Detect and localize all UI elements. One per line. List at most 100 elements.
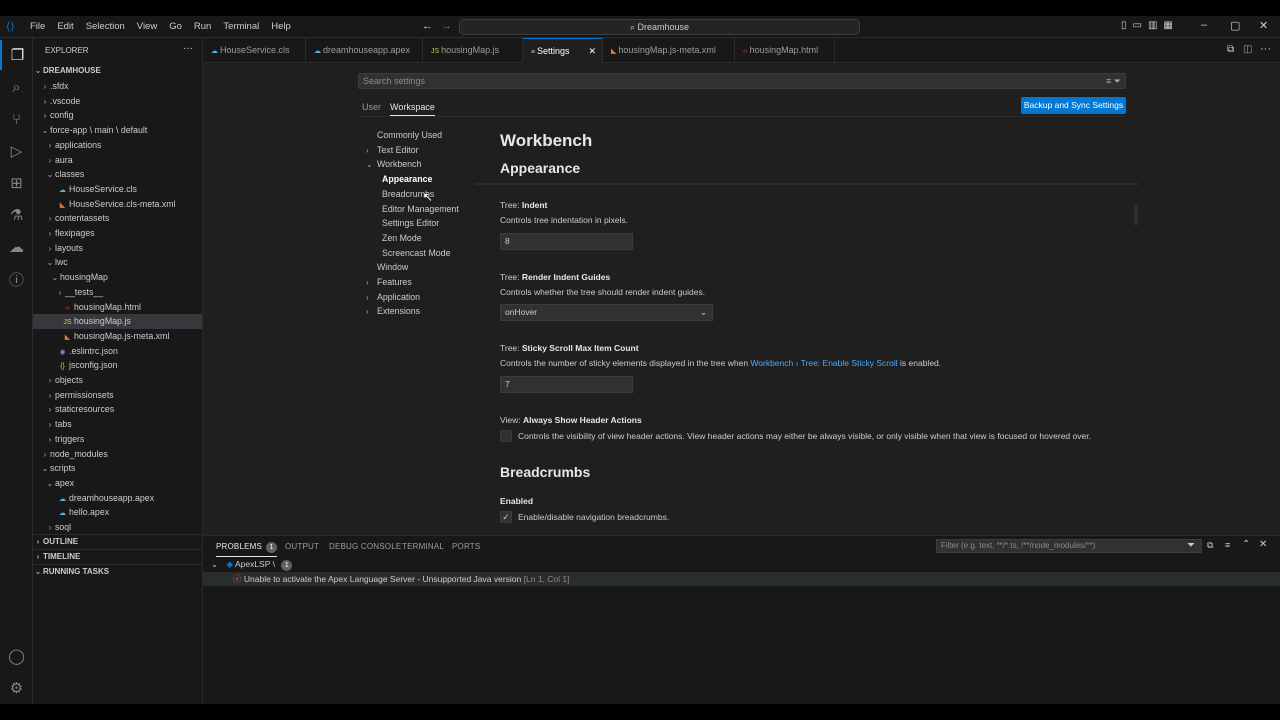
run-debug-icon[interactable]: ▷	[0, 136, 33, 166]
tree-file[interactable]: ◣ housingMap.js-meta.xml	[33, 329, 202, 344]
maximize-panel-icon[interactable]: ⌃	[1242, 539, 1250, 550]
tree-file[interactable]: ☁ HouseService.cls	[33, 182, 202, 197]
tree-folder[interactable]: › __tests__	[33, 285, 202, 300]
tree-folder[interactable]: ⌄ force-app \ main \ default	[33, 123, 202, 138]
header-actions-checkbox[interactable]	[500, 430, 512, 442]
tree-folder[interactable]: ⌄ apex	[33, 476, 202, 491]
editor-tab[interactable]: ☁ dreamhouseapp.apex	[306, 38, 423, 63]
tab-workspace-settings[interactable]: Workspace	[390, 101, 435, 116]
timeline-section[interactable]: › TIMELINE	[33, 549, 202, 563]
close-tab-icon[interactable]: ✕	[588, 39, 596, 64]
toc-item[interactable]: › Text Editor	[366, 144, 419, 157]
menu-run[interactable]: Run	[188, 16, 217, 38]
close-window-icon[interactable]: ✕	[1259, 19, 1268, 32]
tree-folder[interactable]: › tabs	[33, 417, 202, 432]
tree-folder[interactable]: › flexipages	[33, 226, 202, 241]
tree-file[interactable]: ☁ hello.apex	[33, 505, 202, 520]
open-json-icon[interactable]: ⧉	[1227, 44, 1234, 55]
menu-selection[interactable]: Selection	[80, 16, 131, 38]
toc-item[interactable]: Commonly Used	[366, 129, 442, 141]
close-panel-icon[interactable]: ✕	[1259, 539, 1267, 550]
filter-icon[interactable]: ≡ ⏷	[1106, 74, 1121, 88]
search-view-icon[interactable]: ⌕	[0, 72, 33, 102]
collapse-all-icon[interactable]: ⧉	[1207, 540, 1213, 551]
source-control-icon[interactable]: ⑂	[0, 104, 33, 134]
tree-file[interactable]: ☁ dreamhouseapp.apex	[33, 491, 202, 506]
tree-folder[interactable]: › .vscode	[33, 94, 202, 109]
tree-file[interactable]: ‹› housingMap.html	[33, 300, 202, 315]
breadcrumbs-enabled-checkbox[interactable]: ✓	[500, 511, 512, 523]
tree-file[interactable]: {} jsconfig.json	[33, 358, 202, 373]
tree-folder[interactable]: ⌄ lwc	[33, 255, 202, 270]
tree-file[interactable]: ◣ HouseService.cls-meta.xml	[33, 197, 202, 212]
toc-item[interactable]: ⌄ Workbench	[366, 158, 421, 171]
extensions-icon[interactable]: ⊞	[0, 168, 33, 198]
split-editor-icon[interactable]: ◫	[1243, 44, 1252, 55]
tree-folder[interactable]: ⌄ scripts	[33, 461, 202, 476]
tree-folder[interactable]: ⌄ housingMap	[33, 270, 202, 285]
toc-item[interactable]: Appearance	[382, 173, 432, 185]
tree-folder[interactable]: › applications	[33, 138, 202, 153]
tab-debug-console[interactable]: DEBUG CONSOLE	[329, 542, 401, 552]
filter-icon[interactable]: ⏷	[1187, 540, 1195, 551]
toc-item[interactable]: › Extensions	[366, 305, 420, 318]
menu-file[interactable]: File	[24, 16, 51, 38]
toc-item[interactable]: › Application	[366, 291, 420, 304]
tree-folder[interactable]: › contentassets	[33, 211, 202, 226]
toc-item[interactable]: Settings Editor	[382, 217, 439, 229]
layout-controls[interactable]: ▯▭▥▦	[1121, 20, 1179, 31]
back-arrow-icon[interactable]: ←	[422, 20, 433, 32]
tab-output[interactable]: OUTPUT	[285, 542, 319, 552]
toc-item[interactable]: Zen Mode	[382, 232, 422, 244]
tab-user-settings[interactable]: User	[362, 101, 381, 113]
tree-folder[interactable]: › objects	[33, 373, 202, 388]
manage-gear-icon[interactable]: ⚙	[0, 673, 33, 703]
view-as-tree-icon[interactable]: ≡	[1225, 540, 1230, 550]
tab-problems[interactable]: PROBLEMS 1	[216, 542, 278, 557]
tree-file[interactable]: JS housingMap.js	[33, 314, 202, 329]
problems-filter-input[interactable]: Filter (e.g. text, **/*.ts, !**/node_mod…	[936, 539, 1202, 553]
settings-scrollbar[interactable]	[1134, 205, 1138, 225]
tree-folder[interactable]: › layouts	[33, 241, 202, 256]
tab-ports[interactable]: PORTS	[452, 542, 480, 552]
salesforce-cloud-icon[interactable]: ☁	[0, 232, 33, 262]
tree-folder[interactable]: › permissionsets	[33, 388, 202, 403]
outline-section[interactable]: › OUTLINE	[33, 534, 202, 548]
minimize-icon[interactable]: –	[1201, 19, 1207, 31]
menu-terminal[interactable]: Terminal	[217, 16, 265, 38]
explorer-icon[interactable]: ❐	[0, 40, 33, 70]
more-editor-actions-icon[interactable]: ···	[1260, 43, 1271, 55]
tree-folder[interactable]: › staticresources	[33, 402, 202, 417]
more-actions-icon[interactable]: ···	[183, 43, 193, 54]
indent-guides-select[interactable]: onHover ⌄	[500, 304, 713, 321]
editor-tab[interactable]: JS housingMap.js	[423, 38, 523, 63]
toc-item[interactable]: › Features	[366, 276, 412, 289]
info-icon[interactable]: ⓘ	[0, 264, 33, 294]
menu-go[interactable]: Go	[163, 16, 188, 38]
tree-folder[interactable]: › triggers	[33, 432, 202, 447]
settings-search-input[interactable]: Search settings ≡ ⏷	[358, 73, 1126, 89]
menu-edit[interactable]: Edit	[51, 16, 79, 38]
tree-folder[interactable]: ⌄ classes	[33, 167, 202, 182]
toc-item[interactable]: Editor Management	[382, 203, 459, 215]
command-center[interactable]: ⌕ Dreamhouse	[459, 19, 860, 35]
sticky-scroll-input[interactable]: 7	[500, 376, 633, 393]
toc-item[interactable]: Window	[366, 261, 408, 273]
editor-tab[interactable]: ◣ housingMap.js-meta.xml	[603, 38, 735, 63]
tree-indent-input[interactable]: 8	[500, 233, 633, 250]
tree-folder[interactable]: › node_modules	[33, 447, 202, 462]
account-icon[interactable]: ◯	[0, 641, 33, 671]
explorer-root[interactable]: ⌄ DREAMHOUSE	[33, 64, 202, 79]
maximize-icon[interactable]: ▢	[1230, 19, 1240, 32]
enable-sticky-scroll-link[interactable]: Workbench › Tree: Enable Sticky Scroll	[750, 358, 897, 368]
tree-folder[interactable]: › soql	[33, 520, 202, 535]
running-tasks-section[interactable]: ⌄ RUNNING TASKS	[33, 564, 202, 578]
backup-sync-button[interactable]: Backup and Sync Settings	[1021, 97, 1126, 114]
toc-item[interactable]: Screencast Mode	[382, 247, 450, 259]
tree-folder[interactable]: › aura	[33, 153, 202, 168]
tree-folder[interactable]: › config	[33, 108, 202, 123]
tree-file[interactable]: ◉ .eslintrc.json	[33, 344, 202, 359]
testing-icon[interactable]: ⚗	[0, 200, 33, 230]
editor-tab[interactable]: ☁ HouseService.cls	[203, 38, 306, 63]
tab-terminal[interactable]: TERMINAL	[402, 542, 444, 552]
